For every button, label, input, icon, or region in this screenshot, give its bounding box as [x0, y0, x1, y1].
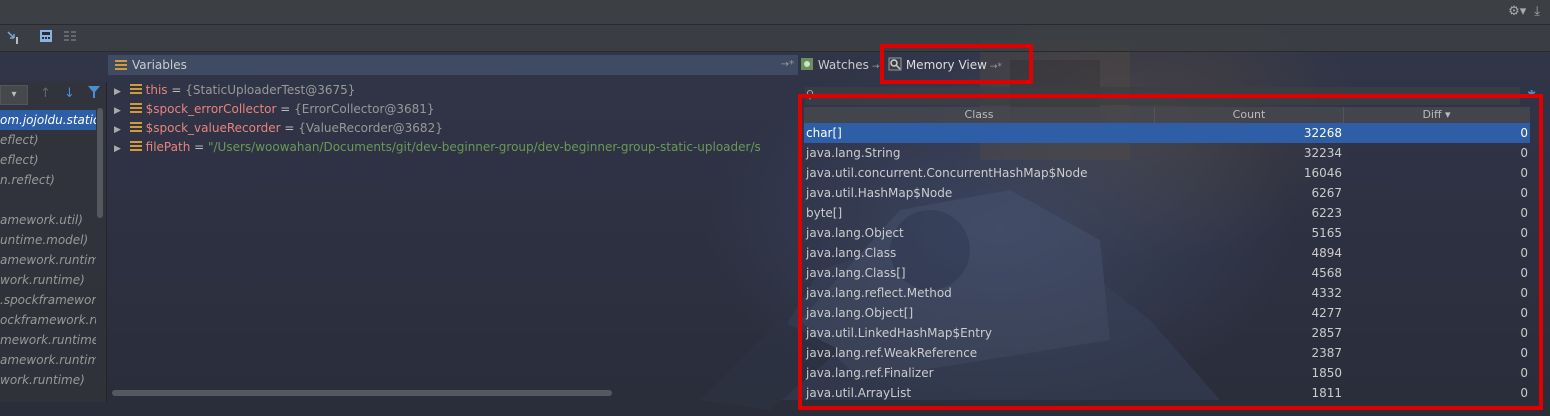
evaluate-expression-icon[interactable] [38, 29, 54, 45]
frame-item[interactable]: amework.runtim [0, 350, 96, 370]
frame-item[interactable]: n.reflect) [0, 170, 96, 190]
variable-row[interactable]: ▶ $spock_valueRecorder = {ValueRecorder@… [114, 119, 443, 138]
variables-panel-header: Variables →* [108, 55, 798, 75]
frame-item[interactable]: eflect) [0, 130, 96, 150]
variable-value: {ErrorCollector@3681} [294, 102, 435, 116]
frame-item[interactable]: eflect) [0, 150, 96, 170]
variable-value: {ValueRecorder@3682} [298, 121, 443, 135]
frame-item[interactable]: amework.runtim [0, 250, 96, 270]
frames-toolbar: ▾ ↑ ↓ [0, 82, 106, 106]
variable-value: "/Users/woowahan/Documents/git/dev-begin… [207, 140, 761, 154]
arrow-up-icon[interactable]: ↑ [40, 86, 51, 101]
top-bar: ⚙▾ ⤓ [0, 0, 1550, 25]
variable-row[interactable]: ▶ filePath = "/Users/woowahan/Documents/… [114, 138, 796, 157]
frame-item[interactable]: amework.util) [0, 210, 96, 230]
frames-panel: ▾ ↑ ↓ om.jojoldu.static eflect) eflect) … [0, 82, 107, 402]
variables-icon [115, 60, 127, 70]
variable-row[interactable]: ▶ this = {StaticUploaderTest@3675} [114, 81, 355, 100]
variables-horizontal-scrollbar[interactable] [112, 390, 612, 396]
field-icon [129, 141, 142, 151]
frames-scrollbar[interactable] [97, 108, 103, 218]
variable-row[interactable]: ▶ $spock_errorCollector = {ErrorCollecto… [114, 100, 435, 119]
field-icon [129, 84, 142, 94]
frame-item[interactable]: work.runtime) [0, 270, 96, 290]
variable-name: filePath [145, 140, 191, 154]
field-icon [129, 103, 142, 113]
equals-sign: = [167, 83, 186, 97]
frame-item[interactable]: om.jojoldu.static [0, 110, 96, 130]
frame-item[interactable] [0, 190, 96, 210]
pin-icon[interactable]: →* [781, 55, 794, 75]
highlight-box-memory-table [798, 94, 1543, 410]
tab-watches-label: Watches [817, 58, 869, 72]
trace-current-stream-icon[interactable] [62, 29, 78, 45]
variable-value: {StaticUploaderTest@3675} [185, 83, 356, 97]
frame-item[interactable]: mework.runtime [0, 330, 96, 350]
arrow-down-icon[interactable]: ↓ [64, 86, 75, 101]
highlight-box-memory-tab [880, 44, 1033, 84]
debug-toolbar [0, 25, 1550, 52]
tab-watches[interactable]: Watches →* [800, 55, 884, 75]
frame-item[interactable]: work.runtime) [0, 370, 96, 390]
equals-sign: = [190, 140, 208, 154]
field-icon [129, 122, 142, 132]
frame-item[interactable]: untime.model) [0, 230, 96, 250]
variable-name: $spock_valueRecorder [145, 121, 281, 135]
frame-item[interactable]: .spockframewor [0, 290, 96, 310]
expand-arrow-icon[interactable]: ▶ [114, 140, 126, 157]
download-icon[interactable]: ⤓ [1534, 4, 1540, 19]
frame-item[interactable]: ockframework.ru [0, 310, 96, 330]
variable-name: $spock_errorCollector [145, 102, 277, 116]
thread-dropdown[interactable]: ▾ [0, 85, 28, 105]
step-into-icon[interactable] [6, 29, 22, 45]
watches-icon [800, 58, 818, 72]
settings-icon[interactable]: ⚙▾ [1508, 4, 1526, 19]
variables-title: Variables [132, 58, 187, 72]
equals-sign: = [276, 102, 295, 116]
variable-name: this [145, 83, 168, 97]
filter-icon[interactable] [88, 86, 100, 102]
equals-sign: = [280, 121, 299, 135]
